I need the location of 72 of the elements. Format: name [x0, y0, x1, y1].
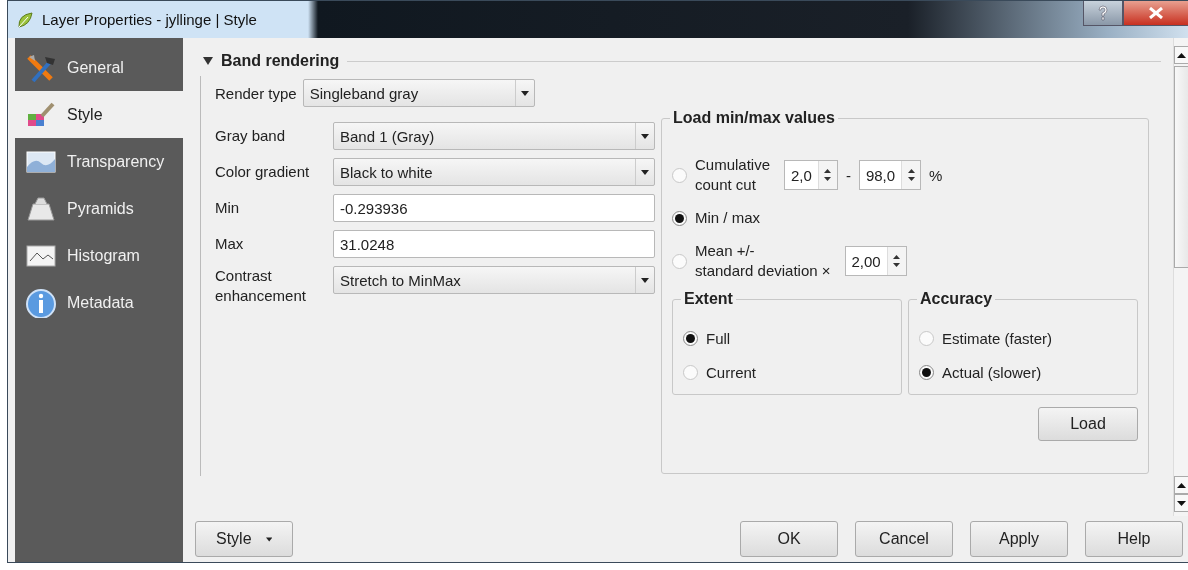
input-field[interactable]: 31.0248: [333, 230, 655, 258]
caret-icon: [265, 536, 272, 542]
spin-box[interactable]: 2,00: [844, 246, 907, 276]
spin-box[interactable]: 98,0: [858, 160, 922, 190]
radio-button[interactable]: [919, 330, 934, 346]
section-title[interactable]: Band rendering: [221, 52, 340, 70]
radio-button[interactable]: [672, 210, 687, 226]
dialog-button[interactable]: Help: [1085, 521, 1183, 557]
help-icon: [1097, 5, 1109, 21]
dialog-button[interactable]: OK: [740, 521, 838, 557]
sidebar-item[interactable]: Histogram: [15, 232, 183, 279]
help-button[interactable]: [1083, 1, 1123, 26]
arrow-up-icon: [907, 169, 915, 173]
dialog-button[interactable]: Cancel: [855, 521, 953, 557]
load-button[interactable]: Load: [1038, 407, 1138, 441]
radio-button[interactable]: [672, 253, 687, 269]
arrow-down-icon: [824, 177, 832, 181]
option-label: Estimate (faster): [942, 329, 1053, 347]
leaf-icon: [16, 10, 34, 29]
sidebar-item[interactable]: Style: [15, 91, 183, 138]
field-label: Contrast enhancement: [215, 266, 307, 306]
arrow-up-icon: [893, 255, 901, 259]
tools-icon: [25, 52, 57, 83]
arrow-up-icon: [1177, 482, 1186, 488]
option-label: Mean +/- standard deviation ×: [695, 241, 831, 281]
field-label: Min: [215, 198, 241, 218]
dropdown[interactable]: Band 1 (Gray): [333, 122, 655, 150]
radio-button[interactable]: [683, 330, 698, 346]
scroll-down-button[interactable]: [1174, 494, 1188, 512]
dropdown[interactable]: Black to white: [333, 158, 655, 186]
close-button[interactable]: [1123, 1, 1188, 26]
field-label: Max: [215, 234, 245, 254]
arrow-up-icon: [1177, 52, 1186, 58]
option-label: Min / max: [695, 208, 760, 228]
caret-icon: [641, 169, 649, 175]
arrow-down-icon: [893, 263, 901, 267]
radio-button[interactable]: [683, 364, 698, 380]
caret-icon: [641, 277, 649, 283]
radio-button[interactable]: [919, 364, 934, 380]
caret-icon: [520, 90, 529, 96]
field-label: Gray band: [215, 126, 287, 146]
info-icon: [25, 287, 57, 318]
arrow-down-icon: [1177, 500, 1186, 506]
sidebar-item[interactable]: General: [15, 44, 183, 91]
option-label: Cumulative count cut: [695, 155, 771, 195]
option-label: Actual (slower): [942, 363, 1042, 381]
sidebar-item[interactable]: Pyramids: [15, 185, 183, 232]
arrow-up-icon: [824, 169, 832, 173]
unit-label: %: [929, 166, 943, 184]
input-field[interactable]: -0.293936: [333, 194, 655, 222]
sidebar-item[interactable]: Transparency: [15, 138, 183, 185]
scroll-up-button[interactable]: [1174, 476, 1188, 494]
style-menu-button[interactable]: Style: [195, 521, 293, 557]
field-label: Color gradient: [215, 162, 311, 182]
spin-box[interactable]: 2,0: [784, 160, 838, 190]
dropdown[interactable]: Stretch to MinMax: [333, 266, 655, 294]
option-label: Full: [706, 329, 731, 347]
scroll-up-button[interactable]: [1174, 46, 1188, 64]
caret-icon: [641, 133, 649, 139]
field-label: Render type: [215, 84, 297, 102]
window-title: Layer Properties - jyllinge | Style: [42, 11, 257, 28]
close-icon: [1149, 7, 1163, 19]
separator-text: -: [845, 166, 851, 184]
expanded-arrow-icon[interactable]: [203, 57, 213, 65]
radio-button[interactable]: [672, 167, 687, 183]
sidebar-item[interactable]: Metadata: [15, 279, 183, 326]
render-type-dropdown[interactable]: Singleband gray: [302, 79, 535, 107]
group-title: Accuracy: [917, 290, 996, 308]
dialog-button[interactable]: Apply: [970, 521, 1068, 557]
arrow-down-icon: [907, 177, 915, 181]
scrollbar-thumb[interactable]: [1174, 66, 1188, 268]
option-label: Current: [706, 363, 757, 381]
